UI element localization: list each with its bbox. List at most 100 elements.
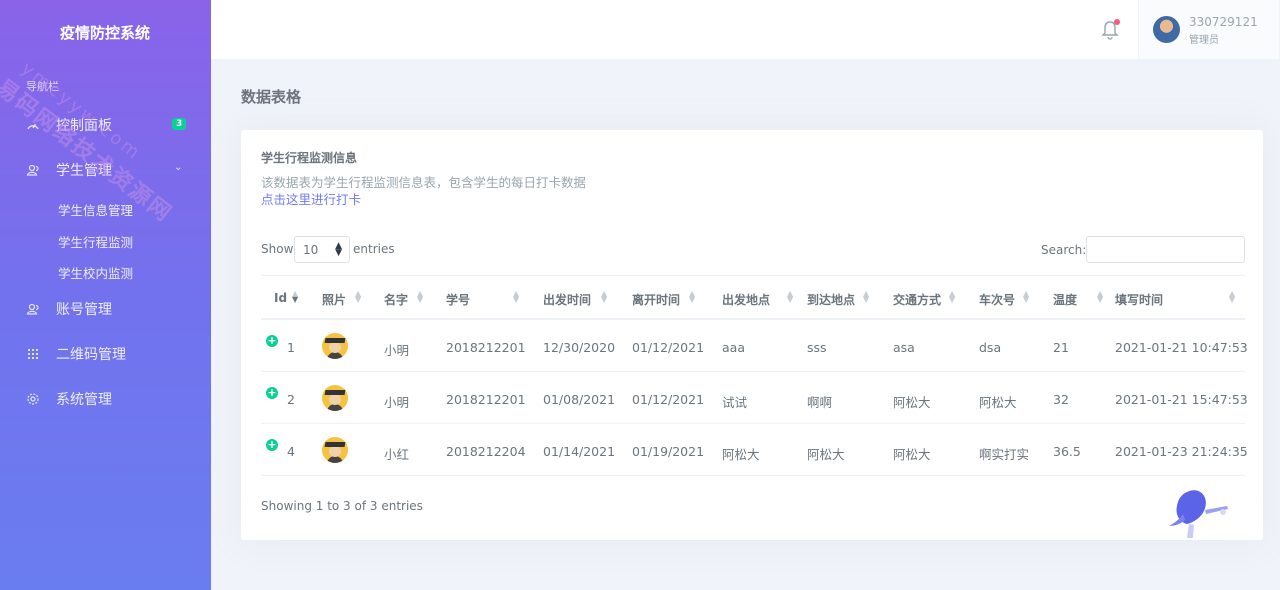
expand-row-icon[interactable]: + <box>266 387 278 399</box>
cell-id: 1 <box>287 340 295 355</box>
nav-caption: 导航栏 <box>26 80 59 93</box>
cell-leave-time: 01/12/2021 <box>632 392 705 407</box>
sidebar-subitem-trip-monitor[interactable]: 学生行程监测 <box>58 232 133 251</box>
sidebar-item-student-management[interactable]: 学生管理 ⌄ <box>26 159 196 181</box>
column-header-to[interactable]: 到达地点 <box>807 291 855 308</box>
sidebar-item-dashboard[interactable]: 控制面板 3 <box>26 114 196 136</box>
sort-icon[interactable]: ▲ ▼ <box>513 290 519 304</box>
cell-train-no: 啊实打实 <box>979 447 1030 462</box>
column-header-transport[interactable]: 交通方式 <box>893 291 941 308</box>
cell-transport: asa <box>893 340 915 355</box>
select-arrows-icon: ▲ ▼ <box>335 241 342 258</box>
cell-filled-time: 2021-01-23 21:24:35 <box>1115 444 1248 459</box>
page-length-select[interactable]: 10 ▲ ▼ <box>294 236 350 263</box>
entries-label: entries <box>353 242 395 256</box>
sidebar-subitem-student-info[interactable]: 学生信息管理 <box>58 200 133 219</box>
topbar: 330729121 管理员 <box>211 0 1280 59</box>
mascot-icon <box>1169 490 1228 538</box>
cell-name: 小明 <box>384 343 410 358</box>
sort-icon[interactable]: ▲ ▼ <box>355 290 361 304</box>
cell-leave-time: 01/12/2021 <box>632 340 705 355</box>
cell-student-no: 2018212201 <box>446 392 526 407</box>
sort-desc-icon[interactable]: ▲ ▼ <box>292 290 298 304</box>
cell-temperature: 36.5 <box>1053 444 1081 459</box>
cell-name: 小明 <box>384 395 410 410</box>
column-header-photo[interactable]: 照片 <box>322 291 346 308</box>
cell-filled-time: 2021-01-21 15:47:53 <box>1115 392 1248 407</box>
sidebar-item-qrcode-management[interactable]: 二维码管理 <box>26 343 196 365</box>
sidebar-subitem-campus-monitor[interactable]: 学生校内监测 <box>58 263 133 282</box>
table-row[interactable]: + 1 小明 2018212201 12/30/2020 01/12/2021 … <box>261 320 1248 372</box>
sort-icon[interactable]: ▲ ▼ <box>863 290 869 304</box>
cell-depart-time: 01/14/2021 <box>543 444 616 459</box>
chevron-down-icon[interactable]: ⌄ <box>174 162 182 173</box>
student-photo <box>322 333 348 359</box>
search-input[interactable] <box>1086 236 1245 263</box>
notification-button[interactable] <box>1100 19 1120 41</box>
cell-name: 小红 <box>384 447 410 462</box>
data-table: Id ▲ ▼ 照片 ▲ ▼ 名字 ▲ ▼ 学号 ▲ ▼ 出发时间 ▲ ▼ 离开时间 ▲ ▼ … <box>261 275 1248 476</box>
sort-icon[interactable]: ▲ ▼ <box>1229 290 1235 304</box>
column-header-student-no[interactable]: 学号 <box>446 291 470 308</box>
cell-from: 试试 <box>722 395 748 410</box>
sort-icon[interactable]: ▲ ▼ <box>689 290 695 304</box>
sort-icon[interactable]: ▲ ▼ <box>417 290 423 304</box>
cell-to: sss <box>807 340 827 355</box>
cell-from: 阿松大 <box>722 447 760 462</box>
cell-train-no: 阿松大 <box>979 395 1017 410</box>
cell-depart-time: 01/08/2021 <box>543 392 616 407</box>
student-photo <box>322 385 348 411</box>
cell-from: aaa <box>722 340 745 355</box>
expand-row-icon[interactable]: + <box>266 335 278 347</box>
sort-icon[interactable]: ▲ ▼ <box>1097 290 1103 304</box>
user-role: 管理员 <box>1189 35 1219 46</box>
sidebar-item-label: 系统管理 <box>56 392 112 408</box>
column-header-id[interactable]: Id <box>274 291 287 305</box>
user-menu[interactable]: 330729121 管理员 <box>1138 0 1280 59</box>
table-header: Id ▲ ▼ 照片 ▲ ▼ 名字 ▲ ▼ 学号 ▲ ▼ 出发时间 ▲ ▼ 离开时间 ▲ ▼ … <box>261 275 1245 320</box>
cell-student-no: 2018212201 <box>446 340 526 355</box>
table-row[interactable]: + 4 小红 2018212204 01/14/2021 01/19/2021 … <box>261 424 1248 476</box>
cell-train-no: dsa <box>979 340 1002 355</box>
table-row[interactable]: + 2 小明 2018212201 01/08/2021 01/12/2021 … <box>261 372 1248 424</box>
account-icon <box>26 303 39 315</box>
sort-icon[interactable]: ▲ ▼ <box>787 290 793 304</box>
column-header-from[interactable]: 出发地点 <box>722 291 770 308</box>
sidebar: 疫情防控系统 导航栏 控制面板 3 学生管理 ⌄ 学生信息管理 学生行程监测 学… <box>0 0 211 590</box>
cell-leave-time: 01/19/2021 <box>632 444 705 459</box>
cell-temperature: 32 <box>1053 392 1069 407</box>
sort-icon[interactable]: ▲ ▼ <box>1023 290 1029 304</box>
card-title: 学生行程监测信息 <box>261 151 358 165</box>
show-label: Show <box>261 242 294 256</box>
cell-transport: 阿松大 <box>893 447 931 462</box>
cell-depart-time: 12/30/2020 <box>543 340 616 355</box>
dashboard-icon <box>27 123 39 130</box>
column-header-train-no[interactable]: 车次号 <box>979 291 1015 308</box>
column-header-leave-time[interactable]: 离开时间 <box>632 291 680 308</box>
data-card: 学生行程监测信息 该数据表为学生行程监测信息表，包含学生的每日打卡数据 点击这里… <box>241 130 1263 540</box>
column-header-depart-time[interactable]: 出发时间 <box>543 291 591 308</box>
cell-student-no: 2018212204 <box>446 444 526 459</box>
avatar <box>1153 16 1180 43</box>
cell-filled-time: 2021-01-21 10:47:53 <box>1115 340 1248 355</box>
app-title[interactable]: 疫情防控系统 <box>60 22 150 43</box>
checkin-link[interactable]: 点击这里进行打卡 <box>261 189 361 208</box>
page-title: 数据表格 <box>241 88 302 106</box>
cell-to: 啊啊 <box>807 395 833 410</box>
cell-to: 阿松大 <box>807 447 845 462</box>
sort-icon[interactable]: ▲ ▼ <box>601 290 607 304</box>
column-header-filled-time[interactable]: 填写时间 <box>1115 291 1163 308</box>
expand-row-icon[interactable]: + <box>266 439 278 451</box>
column-header-name[interactable]: 名字 <box>384 291 408 308</box>
sort-icon[interactable]: ▲ ▼ <box>949 290 955 304</box>
column-header-temperature[interactable]: 温度 <box>1053 291 1077 308</box>
sidebar-item-system-management[interactable]: 系统管理 <box>26 388 196 410</box>
notification-badge: 3 <box>172 118 187 130</box>
gear-icon <box>27 393 39 405</box>
cell-id: 4 <box>287 444 295 459</box>
sidebar-item-account-management[interactable]: 账号管理 <box>26 298 196 320</box>
sidebar-item-label: 二维码管理 <box>56 347 126 363</box>
search-label: Search: <box>1041 243 1087 257</box>
users-icon <box>26 164 39 176</box>
cell-temperature: 21 <box>1053 340 1069 355</box>
